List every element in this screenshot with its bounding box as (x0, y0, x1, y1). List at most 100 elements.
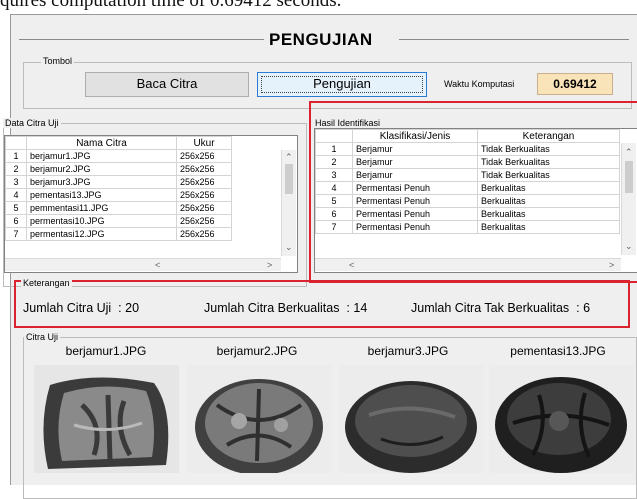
table-row[interactable]: 4 pementasi13.JPG 256x256 (5, 188, 232, 202)
table-row[interactable]: 5 pemmentasi11.JPG 256x256 (5, 201, 232, 215)
keterangan-group-label: Keterangan (21, 278, 72, 288)
row-index: 2 (5, 162, 27, 176)
hasil-grid: Klasifikasi/Jenis Keterangan 1 Berjamur Ti… (315, 129, 620, 234)
row-klasifikasi: Permentasi Penuh (352, 181, 478, 195)
scroll-left-icon[interactable]: < (155, 260, 160, 270)
table-row[interactable]: 7 Permentasi Penuh Berkualitas (315, 220, 620, 234)
pengujian-button[interactable]: Pengujian (257, 72, 427, 97)
jumlah-tak-berkualitas-value: : 6 (576, 301, 591, 315)
title-rule-right (399, 39, 629, 40)
scroll-thumb[interactable] (625, 161, 633, 193)
app-window: PENGUJIAN Tombol Baca Citra Pengujian Wa… (3, 14, 637, 499)
table-row[interactable]: 3 berjamur3.JPG 256x256 (5, 175, 232, 189)
row-index: 6 (315, 207, 353, 221)
row-index: 6 (5, 214, 27, 228)
row-klasifikasi: Permentasi Penuh (352, 194, 478, 208)
scroll-left-icon[interactable]: < (349, 260, 354, 270)
row-klasifikasi: Berjamur (352, 168, 478, 182)
row-klasifikasi: Berjamur (352, 142, 478, 156)
row-ukur: 256x256 (176, 227, 232, 241)
row-klasifikasi: Permentasi Penuh (352, 207, 478, 221)
document-caption: quires computation time of 0.69412 secon… (0, 0, 342, 11)
image-name-3: berjamur3.JPG (367, 344, 449, 358)
row-index: 5 (5, 201, 27, 215)
hasil-vscroll[interactable]: ⌃ ⌄ (621, 143, 636, 255)
jumlah-citra-tak-berkualitas: Jumlah Citra Tak Berkualitas : 6 (411, 301, 590, 315)
row-index: 2 (315, 155, 353, 169)
row-index: 7 (5, 227, 27, 241)
hasil-table[interactable]: Klasifikasi/Jenis Keterangan 1 Berjamur Ti… (314, 128, 637, 273)
data-citra-grid: Nama Citra Ukur 1 berjamur1.JPG 256x256 2b… (5, 136, 232, 241)
table-row[interactable]: 3 Berjamur Tidak Berkualitas (315, 168, 620, 182)
row-keterangan: Tidak Berkualitas (477, 168, 620, 182)
tombol-group-label: Tombol (41, 56, 75, 66)
waktu-komputasi-value: 0.69412 (537, 73, 613, 95)
row-nama: permentasi10.JPG (26, 214, 177, 228)
table-row[interactable]: 1 Berjamur Tidak Berkualitas (315, 142, 620, 156)
row-ukur: 256x256 (176, 214, 232, 228)
col-header-ukur: Ukur (176, 136, 232, 150)
baca-citra-button[interactable]: Baca Citra (85, 72, 249, 97)
scroll-up-icon[interactable]: ⌃ (285, 152, 293, 162)
row-index: 4 (315, 181, 353, 195)
hasil-group-label: Hasil Identifikasi (313, 118, 383, 128)
table-row[interactable]: 7 permentasi12.JPG 256x256 (5, 227, 232, 241)
table-row[interactable]: 1 berjamur1.JPG 256x256 (5, 149, 232, 163)
row-keterangan: Berkualitas (477, 220, 620, 234)
row-index: 1 (5, 149, 27, 163)
row-index: 7 (315, 220, 353, 234)
row-keterangan: Tidak Berkualitas (477, 142, 620, 156)
row-nama: pemmentasi11.JPG (26, 201, 177, 215)
row-nama: pementasi13.JPG (26, 188, 177, 202)
row-ukur: 256x256 (176, 175, 232, 189)
scroll-right-icon[interactable]: > (609, 260, 614, 270)
row-keterangan: Tidak Berkualitas (477, 155, 620, 169)
data-citra-hscroll[interactable]: < > (5, 258, 281, 271)
table-row[interactable]: 2 berjamur2.JPG 256x256 (5, 162, 232, 176)
jumlah-citra-berkualitas: Jumlah Citra Berkualitas : 14 (204, 301, 367, 315)
row-keterangan: Berkualitas (477, 207, 620, 221)
scroll-right-icon[interactable]: > (267, 260, 272, 270)
data-citra-table[interactable]: Nama Citra Ukur 1 berjamur1.JPG 256x256 2b… (4, 135, 298, 273)
table-row[interactable]: 4 Permentasi Penuh Berkualitas (315, 181, 620, 195)
scroll-down-icon[interactable]: ⌄ (285, 242, 293, 252)
table-row[interactable]: 5 Permentasi Penuh Berkualitas (315, 194, 620, 208)
image-name-2: berjamur2.JPG (216, 344, 298, 358)
image-preview-1 (34, 365, 179, 473)
row-klasifikasi: Permentasi Penuh (352, 220, 478, 234)
col-header-index (315, 129, 353, 143)
row-klasifikasi: Berjamur (352, 155, 478, 169)
jumlah-citra-uji-label: Jumlah Citra Uji (23, 301, 112, 315)
waktu-komputasi-label: Waktu Komputasi (444, 79, 515, 89)
col-header-keterangan: Keterangan (477, 129, 620, 143)
row-index: 3 (5, 175, 27, 189)
jumlah-citra-uji: Jumlah Citra Uji : 20 (23, 301, 139, 315)
jumlah-tak-berkualitas-label: Jumlah Citra Tak Berkualitas (411, 301, 570, 315)
col-header-klasifikasi: Klasifikasi/Jenis (352, 129, 478, 143)
image-name-1: berjamur1.JPG (65, 344, 147, 358)
row-nama: berjamur3.JPG (26, 175, 177, 189)
scroll-up-icon[interactable]: ⌃ (625, 147, 633, 157)
data-citra-group-label: Data Citra Uji (3, 118, 61, 128)
row-index: 4 (5, 188, 27, 202)
image-preview-3 (339, 365, 484, 473)
table-row[interactable]: 6 permentasi10.JPG 256x256 (5, 214, 232, 228)
row-nama: berjamur2.JPG (26, 162, 177, 176)
row-ukur: 256x256 (176, 162, 232, 176)
jumlah-berkualitas-value: : 14 (346, 301, 368, 315)
image-preview-2 (187, 365, 332, 473)
image-preview-4 (489, 365, 634, 473)
row-ukur: 256x256 (176, 201, 232, 215)
table-row[interactable]: 6 Permentasi Penuh Berkualitas (315, 207, 620, 221)
focus-ring (261, 76, 423, 93)
hasil-hscroll[interactable]: < > (315, 258, 621, 271)
col-header-index (5, 136, 27, 150)
row-ukur: 256x256 (176, 188, 232, 202)
scroll-thumb[interactable] (285, 164, 293, 194)
data-citra-vscroll[interactable]: ⌃ ⌄ (281, 150, 296, 256)
table-row[interactable]: 2 Berjamur Tidak Berkualitas (315, 155, 620, 169)
scroll-down-icon[interactable]: ⌄ (625, 241, 633, 251)
jumlah-berkualitas-label: Jumlah Citra Berkualitas (204, 301, 340, 315)
row-nama: permentasi12.JPG (26, 227, 177, 241)
window-title: PENGUJIAN (269, 30, 373, 49)
